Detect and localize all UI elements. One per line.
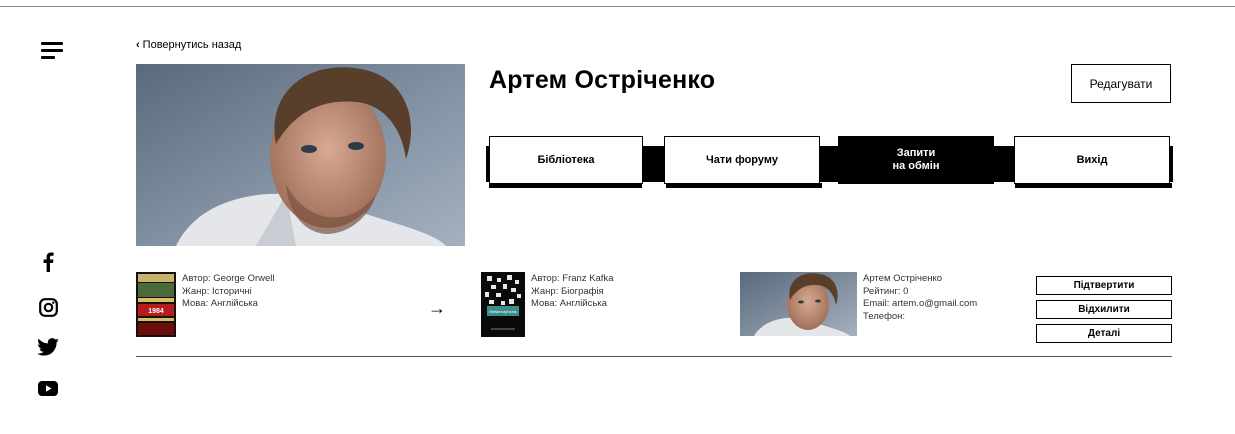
instagram-icon[interactable]	[37, 296, 59, 318]
tab-exchange-requests[interactable]: Запити на обмін	[838, 136, 994, 184]
requester-info: Артем Остріченко Рейтинг: 0 Email: artem…	[863, 273, 977, 323]
wanted-book-genre: Жанр: Біографія	[531, 285, 604, 297]
wanted-cover-title: Metamorphosis	[489, 309, 516, 314]
top-divider	[0, 6, 1235, 7]
decline-button[interactable]: Відхилити	[1036, 300, 1172, 319]
confirm-button[interactable]: Підтвертити	[1036, 276, 1172, 295]
offered-book-author: Автор: George Orwell	[182, 273, 275, 284]
back-link-label: Повернутись назад	[142, 39, 242, 51]
offered-book-meta: Автор: George Orwell Жанр: Історичні Мов…	[182, 273, 275, 311]
edit-profile-button[interactable]: Редагувати	[1071, 64, 1171, 103]
requester-email: Email: artem.o@gmail.com	[863, 298, 978, 309]
chevron-left-icon: ‹	[136, 39, 140, 51]
tab-forum-chats-label: Чати форуму	[706, 153, 778, 166]
youtube-icon[interactable]	[37, 377, 59, 399]
offered-book-cover[interactable]: 1984	[136, 272, 176, 337]
wanted-book-language: Мова: Англійська	[531, 298, 607, 309]
wanted-book-meta: Автор: Franz Kafka Жанр: Біографія Мова:…	[531, 273, 613, 311]
tab-logout-label: Вихід	[1076, 153, 1108, 166]
wanted-book-author: Автор: Franz Kafka	[531, 273, 614, 284]
offered-cover-title: 1984	[148, 308, 164, 315]
tab-library-label: Бібліотека	[537, 153, 595, 166]
details-button[interactable]: Деталі	[1036, 324, 1172, 343]
tab-logout[interactable]: Вихід	[1014, 136, 1170, 184]
requester-avatar[interactable]	[740, 272, 857, 336]
request-divider	[136, 356, 1172, 357]
facebook-icon[interactable]	[37, 251, 59, 273]
twitter-icon[interactable]	[37, 336, 59, 358]
back-link[interactable]: ‹ Повернутись назад	[136, 39, 241, 51]
tab-exchange-requests-label: Запити на обмін	[892, 147, 940, 172]
hamburger-icon[interactable]	[41, 42, 63, 60]
wanted-book-cover[interactable]: Metamorphosis	[481, 272, 525, 337]
arrow-right-icon: →	[428, 298, 446, 318]
tab-library[interactable]: Бібліотека	[489, 136, 643, 184]
requester-rating: Рейтинг: 0	[863, 285, 909, 297]
requester-phone: Телефон:	[863, 310, 906, 322]
profile-name: Артем Остріченко	[489, 66, 716, 94]
offered-book-language: Мова: Англійська	[182, 298, 258, 309]
tab-forum-chats[interactable]: Чати форуму	[664, 136, 820, 184]
profile-photo	[136, 64, 465, 246]
offered-book-genre: Жанр: Історичні	[182, 285, 252, 297]
requester-name: Артем Остріченко	[863, 273, 943, 284]
